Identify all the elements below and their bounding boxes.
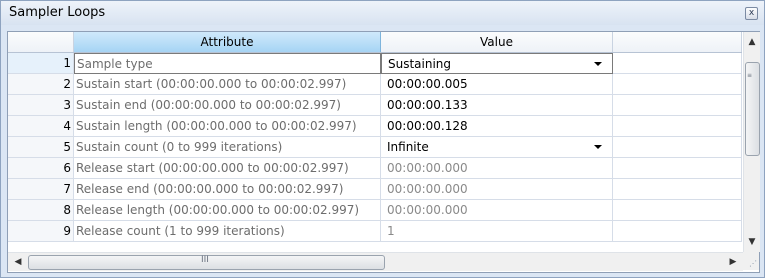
value-text: 00:00:00.000: [387, 161, 468, 175]
value-text: 00:00:00.133: [387, 98, 468, 112]
row-number[interactable]: 5: [8, 137, 74, 158]
row-number[interactable]: 1: [8, 53, 74, 74]
value-dropdown[interactable]: Sustaining: [381, 53, 613, 74]
value-field[interactable]: 00:00:00.000: [381, 158, 613, 179]
horizontal-scrollbar[interactable]: ◀ III ▶: [8, 252, 743, 271]
header-row-number: [8, 32, 74, 52]
scroll-grip-icon: III: [201, 255, 209, 265]
extra-cell: [613, 116, 742, 137]
header-attribute[interactable]: Attribute: [74, 32, 381, 52]
attribute-cell: Sustain count (0 to 999 iterations): [74, 137, 381, 158]
table-row[interactable]: 7 Release end (00:00:00.000 to 00:00:02.9…: [8, 179, 742, 200]
sampler-loops-window: Sampler Loops x Attribute Value 1 Sample …: [0, 0, 765, 278]
attribute-cell: Release start (00:00:00.000 to 00:00:02.…: [74, 158, 381, 179]
value-dropdown[interactable]: Infinite: [381, 137, 613, 158]
attribute-cell: Release count (1 to 999 iterations): [74, 221, 381, 242]
value-field[interactable]: 00:00:00.128: [381, 116, 613, 137]
horizontal-scroll-thumb[interactable]: III: [28, 255, 385, 270]
attribute-cell: Release length (00:00:00.000 to 00:00:02…: [74, 200, 381, 221]
chevron-down-icon[interactable]: [594, 62, 602, 66]
grid-header: Attribute Value: [8, 32, 742, 53]
header-extra: [613, 32, 742, 52]
extra-cell: [613, 158, 742, 179]
row-number[interactable]: 7: [8, 179, 74, 200]
window-title: Sampler Loops: [9, 5, 106, 20]
extra-cell: [613, 53, 742, 74]
extra-cell: [613, 95, 742, 116]
extra-cell: [613, 179, 742, 200]
table-row[interactable]: 5 Sustain count (0 to 999 iterations) Infi…: [8, 137, 742, 158]
extra-cell: [613, 221, 742, 242]
value-text: Infinite: [387, 140, 429, 154]
table-row[interactable]: 2 Sustain start (00:00:00.000 to 00:00:02…: [8, 74, 742, 95]
value-text: 00:00:00.128: [387, 119, 468, 133]
scroll-grip-icon: ≡: [747, 72, 753, 79]
value-text: Sustaining: [388, 57, 452, 71]
row-number[interactable]: 2: [8, 74, 74, 95]
value-text: 00:00:00.000: [387, 182, 468, 196]
extra-cell: [613, 137, 742, 158]
chevron-down-icon[interactable]: [594, 145, 602, 149]
table-row[interactable]: 6 Release start (00:00:00.000 to 00:00:02…: [8, 158, 742, 179]
value-text: 00:00:00.005: [387, 77, 468, 91]
table-row[interactable]: 9 Release count (1 to 999 iterations) 1: [8, 221, 742, 242]
extra-cell: [613, 74, 742, 95]
scroll-left-icon[interactable]: ◀: [10, 253, 26, 271]
value-field[interactable]: 1: [381, 221, 613, 242]
title-bar: Sampler Loops x: [1, 1, 764, 25]
scroll-up-icon[interactable]: ▲: [744, 34, 760, 50]
attribute-cell: Release end (00:00:00.000 to 00:00:02.99…: [74, 179, 381, 200]
row-number[interactable]: 6: [8, 158, 74, 179]
value-field[interactable]: 00:00:00.000: [381, 200, 613, 221]
vertical-scrollbar[interactable]: ▲ ≡ ▼: [743, 32, 760, 252]
attribute-cell: Sustain end (00:00:00.000 to 00:00:02.99…: [74, 95, 381, 116]
attribute-cell: Sample type: [74, 53, 381, 74]
scroll-right-icon[interactable]: ▶: [725, 253, 741, 271]
table-row[interactable]: 4 Sustain length (00:00:00.000 to 00:00:0…: [8, 116, 742, 137]
table-row[interactable]: 8 Release length (00:00:00.000 to 00:00:0…: [8, 200, 742, 221]
attribute-cell: Sustain start (00:00:00.000 to 00:00:02.…: [74, 74, 381, 95]
row-number[interactable]: 4: [8, 116, 74, 137]
value-field[interactable]: 00:00:00.133: [381, 95, 613, 116]
row-number[interactable]: 8: [8, 200, 74, 221]
resize-grip-icon[interactable]: ⋰: [749, 260, 757, 268]
value-field[interactable]: 00:00:00.005: [381, 74, 613, 95]
value-text: 00:00:00.000: [387, 203, 468, 217]
table-row[interactable]: 1 Sample type Sustaining: [8, 53, 742, 74]
value-text: 1: [387, 224, 395, 238]
value-field[interactable]: 00:00:00.000: [381, 179, 613, 200]
row-number[interactable]: 9: [8, 221, 74, 242]
attribute-cell: Sustain length (00:00:00.000 to 00:00:02…: [74, 116, 381, 137]
scroll-down-icon[interactable]: ▼: [744, 234, 760, 250]
table-row[interactable]: 3 Sustain end (00:00:00.000 to 00:00:02.9…: [8, 95, 742, 116]
close-icon: x: [748, 8, 755, 18]
row-number[interactable]: 3: [8, 95, 74, 116]
header-value[interactable]: Value: [381, 32, 613, 52]
extra-cell: [613, 200, 742, 221]
attribute-grid: Attribute Value 1 Sample type Sustaining 2 S…: [7, 31, 760, 273]
close-button[interactable]: x: [745, 7, 758, 20]
scroll-corner: ⋰: [743, 252, 759, 270]
